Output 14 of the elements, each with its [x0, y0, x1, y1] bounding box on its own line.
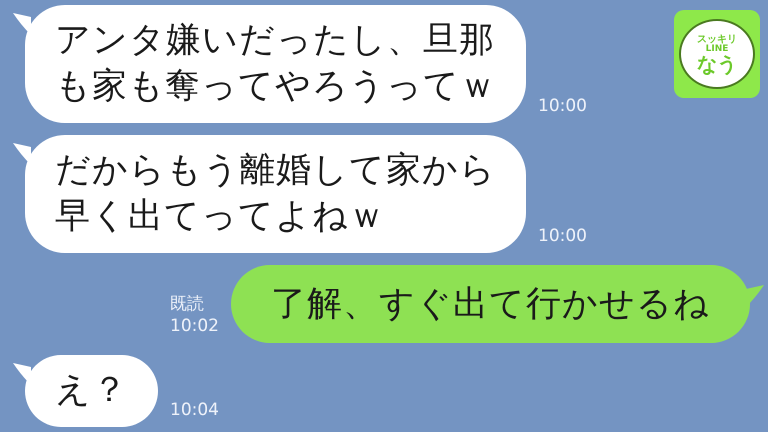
message-text: だからもう離婚して家から — [55, 149, 496, 192]
logo-text: LINE — [706, 44, 728, 54]
timestamp: 10:00 — [538, 225, 587, 247]
message-text: 早く出てってよねｗ — [55, 195, 385, 238]
timestamp: 10:00 — [538, 95, 587, 117]
message-text: え？ — [55, 369, 128, 412]
logo-text: スッキリ — [697, 34, 737, 44]
logo-text: なう — [697, 54, 737, 74]
read-receipt: 既読 — [170, 293, 204, 315]
message-text: も家も奪ってやろうってｗ — [55, 65, 496, 108]
message-text: 了解、すぐ出て行かせるね — [271, 283, 710, 326]
message-text: アンタ嫌いだったし、旦那 — [55, 19, 495, 62]
timestamp: 10:02 — [170, 315, 219, 337]
timestamp: 10:04 — [170, 399, 219, 421]
